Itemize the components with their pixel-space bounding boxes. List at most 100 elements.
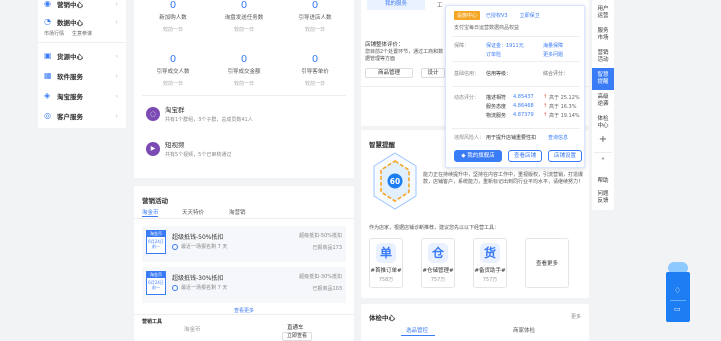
group-title: 淘宝群 bbox=[165, 106, 185, 114]
campaign-card[interactable]: 淘金币 6月24日前一 超级抵钱-50%抵扣 最近一场报名剩 7 天 超级抵扣-… bbox=[142, 226, 346, 262]
risk-label: 违规风险人： bbox=[454, 135, 485, 141]
tool-card-more[interactable]: 查看更多 bbox=[525, 238, 569, 288]
chevron-up-icon[interactable]: ˄ bbox=[592, 158, 614, 166]
stat-inquiry: 0 询盘发送任务数 较前一日 bbox=[209, 0, 279, 33]
stat-gmv: 0 引导成交金额 较前一日 bbox=[209, 54, 279, 87]
plus-icon[interactable]: + bbox=[592, 135, 614, 145]
tab-taoyingxiao[interactable]: 淘营销 bbox=[229, 208, 246, 216]
divider bbox=[134, 218, 354, 219]
rs-faq[interactable]: 问题反馈 bbox=[597, 191, 609, 205]
dsr-score: 4.85437 bbox=[513, 94, 534, 100]
bell-icon: ♢ bbox=[674, 286, 682, 295]
warehouse-icon: 仓 bbox=[428, 243, 448, 263]
campaign-title: 超级抵钱-30%抵扣 bbox=[172, 275, 224, 282]
tab-merchant-check[interactable]: 商家体检 bbox=[513, 326, 535, 334]
assistant-widget[interactable]: ♢ ▭ bbox=[666, 262, 690, 322]
sidebar-subitem-market[interactable]: 市场行情 bbox=[44, 30, 64, 37]
arrow-up-icon: ↑ bbox=[543, 112, 548, 118]
rs-item-user-ops[interactable]: 用户运营 bbox=[597, 6, 609, 20]
tools-left[interactable]: 淘金币 bbox=[184, 325, 201, 333]
stat-buyers: 0 引导成交人数 较前一日 bbox=[138, 54, 208, 87]
smart-title: 智慧提醒 bbox=[369, 141, 395, 149]
rs-item-marketing[interactable]: 营销活动 bbox=[597, 50, 609, 64]
video-icon: ▶ bbox=[146, 141, 160, 156]
sidebar-item-marketing[interactable]: ◉ 营销中心 › bbox=[38, 0, 124, 13]
sidebar-item-data[interactable]: ◔ 数据中心 › bbox=[38, 13, 124, 31]
sidebar-item-taobao[interactable]: ◈ 淘宝服务 › bbox=[38, 87, 124, 105]
divider bbox=[452, 36, 580, 37]
service-badge: 设施中心 bbox=[454, 11, 481, 20]
asset-link[interactable]: 海量保障 bbox=[543, 42, 563, 49]
dsr-name: 物流服务 bbox=[486, 113, 507, 119]
chevron-right-icon: › bbox=[115, 112, 118, 120]
score-value: 60 bbox=[390, 177, 400, 186]
dsr-trend: 高于 19.14% bbox=[549, 113, 580, 119]
campaign-right-bottom: 已报商品173 bbox=[312, 245, 342, 251]
sidebar-item-label: 客户服务 bbox=[57, 113, 83, 121]
tab-my-services[interactable]: 我的服务 bbox=[367, 0, 425, 10]
dsr-row: 服务态度 4.86468 ↑ 高于 16.3% bbox=[486, 103, 636, 110]
sidebar-item-sourcing[interactable]: ▣ 货源中心 › bbox=[38, 47, 124, 65]
sidebar-item-software[interactable]: ▦ 软件服务 › bbox=[38, 67, 124, 85]
view-store-button[interactable]: 查看店铺 bbox=[508, 150, 542, 162]
stat-label: 引导成交人数 bbox=[156, 69, 190, 75]
risk-link[interactable]: 查询信息 bbox=[548, 134, 568, 141]
left-sidebar: ◉ 营销中心 › ◔ 数据中心 › 市场行情 生意参谋 ▣ 货源中心 › ▦ 软… bbox=[38, 0, 126, 128]
group-taobao[interactable]: ◌ 淘宝群 共有1个群组，3个子群，总成员数41人 bbox=[146, 104, 253, 123]
tab-taojinbi[interactable]: 淘金币 bbox=[142, 208, 159, 216]
divider bbox=[38, 42, 126, 43]
stat-compare: 较前一日 bbox=[162, 81, 183, 87]
dsr-score: 4.87379 bbox=[513, 112, 534, 118]
tab-tools[interactable]: 工 bbox=[437, 1, 443, 9]
store-settings-button[interactable]: 店铺设置 bbox=[548, 150, 582, 162]
sidebar-subitem-sycm[interactable]: 生意参谋 bbox=[72, 30, 92, 37]
design-button[interactable]: 设计 bbox=[421, 68, 445, 78]
stat-label: 引导成交金额 bbox=[227, 69, 261, 75]
rs-item-label: 智慧提醒 bbox=[597, 72, 609, 85]
my-flagship-button[interactable]: ◆ 我的旗舰店 bbox=[454, 150, 502, 162]
health-card: 体检中心 更多 选品管控 商家体检 bbox=[361, 304, 589, 341]
tab-selection-control[interactable]: 选品管控 bbox=[406, 326, 428, 334]
stat-value: 0 bbox=[311, 54, 319, 65]
credit-label: 基础信用： bbox=[454, 71, 480, 77]
taobao-icon: ◈ bbox=[44, 91, 51, 100]
stat-compare: 较前一日 bbox=[162, 27, 183, 33]
tools-right[interactable]: 直通车 bbox=[287, 323, 304, 331]
group-desc: 共有5个视频，5个已审核通过 bbox=[165, 152, 232, 158]
more-issues-link[interactable]: 更多问题 bbox=[543, 51, 563, 58]
stat-compare: 较前一日 bbox=[233, 81, 254, 87]
upgrade-link[interactable]: 立即保卫 bbox=[520, 12, 540, 19]
sidebar-item-label: 货源中心 bbox=[57, 53, 83, 61]
rs-item-smart-reminder[interactable]: 智慧提醒 bbox=[592, 68, 614, 90]
stat-compare: 较前一日 bbox=[233, 27, 254, 33]
dsr-label: 动态评分： bbox=[454, 95, 480, 101]
view-more-link[interactable]: 查看更多 bbox=[134, 307, 354, 314]
sidebar-item-customer[interactable]: ◎ 客户服务 › bbox=[38, 107, 124, 125]
tab-active-underline bbox=[401, 335, 435, 336]
view-now-button[interactable]: 立即查看 bbox=[282, 332, 312, 341]
dsr-trend: 高于 25.12% bbox=[549, 95, 580, 101]
group-shortvideo[interactable]: ▶ 短视频 共有5个视频，5个已审核通过 bbox=[146, 139, 231, 158]
tool-card-stock[interactable]: 货 #备货助手# 757万 bbox=[473, 238, 507, 288]
stat-visitors: 0 引导进店人数 较前一日 bbox=[280, 0, 350, 33]
goods-manage-button[interactable]: 商品管理 bbox=[365, 68, 413, 78]
rs-help[interactable]: 帮助 bbox=[592, 178, 614, 185]
tool-card-warehouse[interactable]: 仓 #仓储管理# 757万 bbox=[421, 238, 455, 288]
credit-right: 综合评分： bbox=[543, 71, 569, 77]
campaign-card[interactable]: 淘金币 6月24日前一 超级抵钱-30%抵扣 最近一场报名剩 7 天 超级抵扣-… bbox=[142, 267, 346, 303]
rs-item-service-market[interactable]: 服务市场 bbox=[597, 28, 609, 42]
asset-label: 保障： bbox=[454, 43, 470, 49]
campaign-tag: 淘金币 6月24日前一 bbox=[146, 271, 166, 295]
arrow-up-icon: ↑ bbox=[543, 94, 548, 100]
tools-more-label: 查看更多 bbox=[535, 261, 558, 267]
tab-tiantiantejia[interactable]: 天天特价 bbox=[182, 208, 204, 216]
dsr-name: 服务态度 bbox=[486, 104, 507, 110]
group-desc: 共有1个群组，3个子群，总成员数41人 bbox=[165, 117, 253, 123]
order-insurance-link[interactable]: 订单险 bbox=[486, 51, 501, 58]
sidebar-item-label: 淘宝服务 bbox=[57, 93, 83, 101]
tool-card-order[interactable]: 单 #首推订单# 758万 bbox=[369, 238, 403, 288]
stat-label: 询盘发送任务数 bbox=[224, 15, 264, 21]
chevron-right-icon: › bbox=[115, 52, 118, 60]
chevron-right-icon: › bbox=[115, 92, 118, 100]
health-more-link[interactable]: 更多 bbox=[571, 313, 581, 320]
